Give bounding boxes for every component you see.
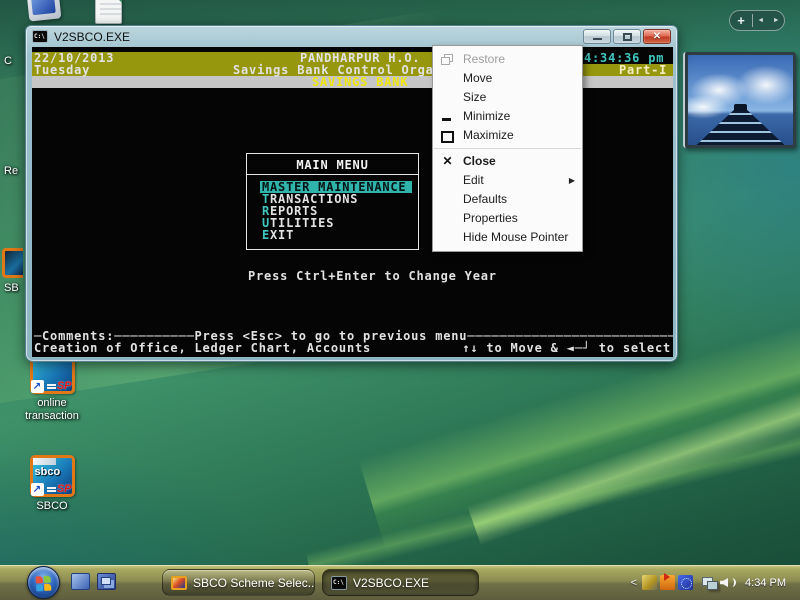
menu-minimize[interactable]: Minimize <box>433 107 582 126</box>
shortcut-arrow-icon: ↗ <box>31 483 44 496</box>
shortcut-arrow-icon: ↗ <box>31 380 44 393</box>
console-app-icon: C:\ <box>331 576 347 590</box>
taskbar-button-v2sbco[interactable]: C:\ V2SBCO.EXE <box>322 569 479 596</box>
menu-separator <box>434 148 581 149</box>
icon-label: online transaction <box>10 397 94 423</box>
main-menu-title: MAIN MENU <box>247 154 418 175</box>
desktop-icon-sbco[interactable]: sbco ↗ SP SBCO <box>10 455 94 513</box>
console-part: Part-I <box>619 64 667 76</box>
icon-label: SBCO <box>10 500 94 513</box>
maximize-button[interactable] <box>613 29 641 44</box>
console-status-right: ↑↓ to Move & ◄─┘ to select <box>462 342 671 354</box>
submenu-arrow-icon: ▶ <box>569 171 575 190</box>
menu-defaults[interactable]: Defaults <box>433 190 582 209</box>
sbco-app-icon <box>171 576 187 590</box>
menu-properties[interactable]: Properties <box>433 209 582 228</box>
desktop-icon-online-transaction[interactable]: ↗ SP online transaction <box>10 352 94 423</box>
titlebar[interactable]: C:\ V2SBCO.EXE ✕ <box>26 26 677 47</box>
windows-logo-icon <box>36 576 52 592</box>
hidden-icon-label[interactable]: SB <box>4 282 19 294</box>
menu-item-exit[interactable]: EXIT <box>260 229 412 241</box>
desktop: C Re SB + ◄ ► ↗ SP online transaction <box>0 0 800 600</box>
wallpaper-streak <box>467 336 800 545</box>
console-day: Tuesday <box>34 64 90 76</box>
show-desktop-icon[interactable] <box>71 573 90 590</box>
taskbar-button-sbco-scheme[interactable]: SBCO Scheme Selec... <box>162 569 315 596</box>
maximize-icon <box>623 33 632 41</box>
menu-hide-mouse-pointer[interactable]: Hide Mouse Pointer <box>433 228 582 247</box>
start-button[interactable] <box>27 566 60 599</box>
sidebar-controls: + ◄ ► <box>729 10 785 31</box>
menu-size[interactable]: Size <box>433 88 582 107</box>
tray-chevron-icon[interactable]: < <box>631 577 637 589</box>
hidden-shortcut-icon[interactable] <box>2 248 23 278</box>
wallpaper-streak <box>306 408 800 578</box>
console-banner: SAVINGS BANK <box>312 76 408 88</box>
taskbar-clock[interactable]: 4:34 PM <box>745 577 786 589</box>
minimize-icon <box>593 38 602 40</box>
switch-windows-icon[interactable] <box>97 573 116 590</box>
menu-maximize[interactable]: Maximize <box>433 126 582 145</box>
console-hint: Press Ctrl+Enter to Change Year <box>248 270 497 282</box>
slideshow-gadget[interactable] <box>683 52 796 148</box>
minimize-icon <box>441 110 454 123</box>
console-status-left: Creation of Office, Ledger Chart, Accoun… <box>34 342 371 354</box>
network-icon[interactable] <box>702 575 717 590</box>
menu-close[interactable]: ✕Close <box>433 152 582 171</box>
computer-icon[interactable] <box>27 0 62 22</box>
prev-page-button[interactable]: ◄ <box>753 11 769 30</box>
tray-language-icon[interactable] <box>678 575 693 590</box>
hidden-icon-label[interactable]: C <box>4 55 12 67</box>
tray-update-icon[interactable] <box>642 575 657 590</box>
next-page-button[interactable]: ► <box>769 11 785 30</box>
minimize-button[interactable] <box>583 29 611 44</box>
hidden-icon-label[interactable]: Re <box>4 165 18 177</box>
restore-icon <box>441 53 454 66</box>
close-button[interactable]: ✕ <box>643 29 671 44</box>
close-icon: ✕ <box>441 155 454 168</box>
sbco-icon: sbco ↗ SP <box>30 455 75 497</box>
tray-security-flag-icon[interactable] <box>660 575 675 590</box>
sp-badge: SP <box>57 380 72 392</box>
menu-edit[interactable]: Edit▶ <box>433 171 582 190</box>
system-context-menu: Restore Move Size Minimize Maximize ✕Clo… <box>432 45 583 252</box>
document-icon[interactable] <box>95 0 122 24</box>
sp-badge: SP <box>57 483 72 495</box>
menu-move[interactable]: Move <box>433 69 582 88</box>
volume-icon[interactable] <box>720 575 735 590</box>
add-gadget-button[interactable]: + <box>730 11 752 30</box>
main-menu-box: MAIN MENU MASTER MAINTENANCE TRANSACTION… <box>246 153 419 250</box>
maximize-icon <box>441 129 454 142</box>
window-title: V2SBCO.EXE <box>54 30 581 44</box>
slideshow-photo-ocean-pier <box>688 55 793 145</box>
menu-restore: Restore <box>433 50 582 69</box>
console-window-icon: C:\ <box>32 30 48 43</box>
system-tray: < 4:34 PM <box>631 565 800 600</box>
